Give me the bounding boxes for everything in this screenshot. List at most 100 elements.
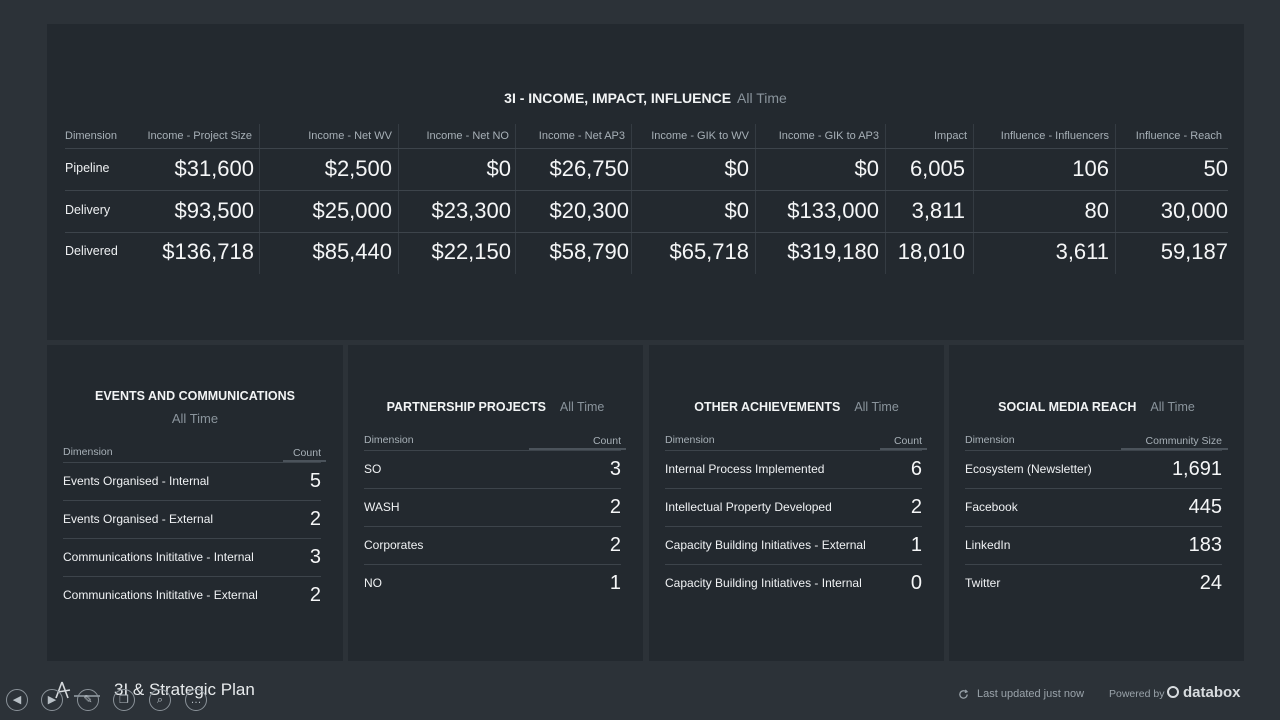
row-value: 2: [910, 496, 922, 518]
row-divider: [65, 148, 1228, 149]
more-button[interactable]: …: [185, 689, 207, 711]
row-value: 183: [1188, 534, 1222, 556]
panel-period: All Time: [1150, 400, 1195, 414]
list-item: Communications Inititative - External 2: [63, 576, 321, 614]
list-item: Internal Process Implemented 6: [665, 450, 922, 488]
list-item: SO 3: [364, 450, 621, 488]
social-media-reach-panel: SOCIAL MEDIA REACH All Time Dimension Com…: [949, 345, 1244, 661]
column-divider: [973, 124, 974, 274]
table-cell: 106: [1072, 156, 1109, 181]
row-label: Ecosystem (Newsletter): [965, 462, 1092, 476]
play-button[interactable]: ▶: [41, 689, 63, 711]
refresh-icon[interactable]: [958, 689, 969, 700]
row-value: 2: [309, 508, 321, 530]
row-label: Intellectual Property Developed: [665, 500, 832, 514]
column-header: Income - Net AP3: [538, 130, 625, 142]
row-label: Capacity Building Initiatives - Internal: [665, 576, 862, 590]
row-label-pipeline: Pipeline: [65, 161, 110, 175]
column-header-count: Count: [292, 447, 321, 459]
copy-button[interactable]: ❐: [113, 689, 135, 711]
row-value: 445: [1188, 496, 1222, 518]
table-cell: $23,300: [431, 198, 511, 223]
row-label: Communications Inititative - Internal: [63, 550, 254, 564]
table-cell: 3,811: [911, 198, 965, 223]
row-label: Internal Process Implemented: [665, 462, 825, 476]
list-item: Capacity Building Initiatives - External…: [665, 526, 922, 564]
list-item: WASH 2: [364, 488, 621, 526]
panel-title: 3I - INCOME, IMPACT, INFLUENCE All Time: [47, 90, 1244, 106]
table-cell: $25,000: [312, 198, 392, 223]
table-cell: $93,500: [174, 198, 254, 223]
edit-button[interactable]: ✎: [77, 689, 99, 711]
income-impact-influence-panel: 3I - INCOME, IMPACT, INFLUENCE All Time D…: [47, 24, 1244, 340]
list-item: Corporates 2: [364, 526, 621, 564]
table-cell: 3,611: [1055, 239, 1109, 264]
row-label: Facebook: [965, 500, 1018, 514]
column-header: Income - Project Size: [147, 130, 252, 142]
table-cell: $2,500: [324, 156, 392, 181]
panel-period: All Time: [854, 400, 899, 414]
column-header: Influence - Influencers: [1000, 130, 1109, 142]
list-item: Events Organised - External 2: [63, 500, 321, 538]
column-header-dimension: Dimension: [63, 446, 113, 458]
search-button[interactable]: ⌕: [149, 689, 171, 711]
row-label: Corporates: [364, 538, 424, 552]
column-header-community-size: Community Size: [1145, 435, 1222, 447]
back-button[interactable]: ◀: [6, 689, 28, 711]
column-header-dimension: Dimension: [965, 434, 1015, 446]
chevron-left-icon: ◀: [12, 694, 22, 706]
databox-logo[interactable]: databox: [1167, 684, 1241, 701]
row-value: 1,691: [1171, 458, 1222, 480]
list-item: Facebook 445: [965, 488, 1222, 526]
copy-icon: ❐: [119, 694, 129, 706]
table-cell: $319,180: [787, 239, 879, 264]
pencil-icon: ✎: [83, 694, 93, 706]
row-label: Events Organised - Internal: [63, 474, 210, 488]
list-item: Capacity Building Initiatives - Internal…: [665, 564, 922, 602]
row-value: 2: [609, 534, 621, 556]
row-label: WASH: [364, 500, 400, 514]
table-cell: $26,750: [549, 156, 629, 181]
list-item: LinkedIn 183: [965, 526, 1222, 564]
other-achievements-panel: OTHER ACHIEVEMENTS All Time Dimension Cou…: [649, 345, 944, 661]
table-cell: $20,300: [549, 198, 629, 223]
table-cell: $65,718: [669, 239, 749, 264]
panel-period: All Time: [559, 400, 605, 414]
play-icon: ▶: [47, 694, 57, 706]
row-label: Capacity Building Initiatives - External: [665, 538, 866, 552]
panel-title-text: SOCIAL MEDIA REACH: [998, 400, 1137, 414]
column-header-count: Count: [592, 435, 621, 447]
row-value: 1: [910, 534, 922, 556]
row-value: 5: [309, 470, 321, 492]
row-value: 3: [309, 546, 321, 568]
table-cell: $85,440: [312, 239, 392, 264]
magnifier-icon: ⌕: [156, 694, 164, 706]
table-cell: $133,000: [787, 198, 879, 223]
list-item: Communications Inititative - Internal 3: [63, 538, 321, 576]
table-cell: 59,187: [1160, 239, 1228, 264]
column-header-dimension: Dimension: [364, 434, 414, 446]
events-communications-panel: EVENTS AND COMMUNICATIONS All Time Dimen…: [47, 345, 343, 661]
column-divider: [1115, 124, 1116, 274]
partnership-projects-panel: PARTNERSHIP PROJECTS All Time Dimension C…: [348, 345, 643, 661]
column-header-dimension: Dimension: [65, 130, 117, 142]
column-divider: [755, 124, 756, 274]
ellipsis-icon: …: [190, 694, 202, 706]
panel-period: All Time: [737, 90, 787, 106]
panel-title-text: OTHER ACHIEVEMENTS: [694, 400, 841, 414]
table-cell: $136,718: [162, 239, 254, 264]
row-divider: [65, 190, 1228, 191]
row-value: 2: [309, 584, 321, 606]
column-divider: [631, 124, 632, 274]
row-value: 2: [609, 496, 621, 518]
row-divider: [65, 232, 1228, 233]
brand-name: databox: [1183, 684, 1241, 701]
panel-title: EVENTS AND COMMUNICATIONS: [95, 389, 295, 403]
table-cell: 6,005: [909, 156, 965, 181]
column-header-count: Count: [893, 435, 922, 447]
column-header: Income - Net NO: [426, 130, 509, 142]
row-value: 1: [609, 572, 621, 594]
table-cell: $58,790: [549, 239, 629, 264]
panel-title-text: 3I - INCOME, IMPACT, INFLUENCE: [504, 90, 732, 106]
row-label: NO: [364, 576, 382, 590]
